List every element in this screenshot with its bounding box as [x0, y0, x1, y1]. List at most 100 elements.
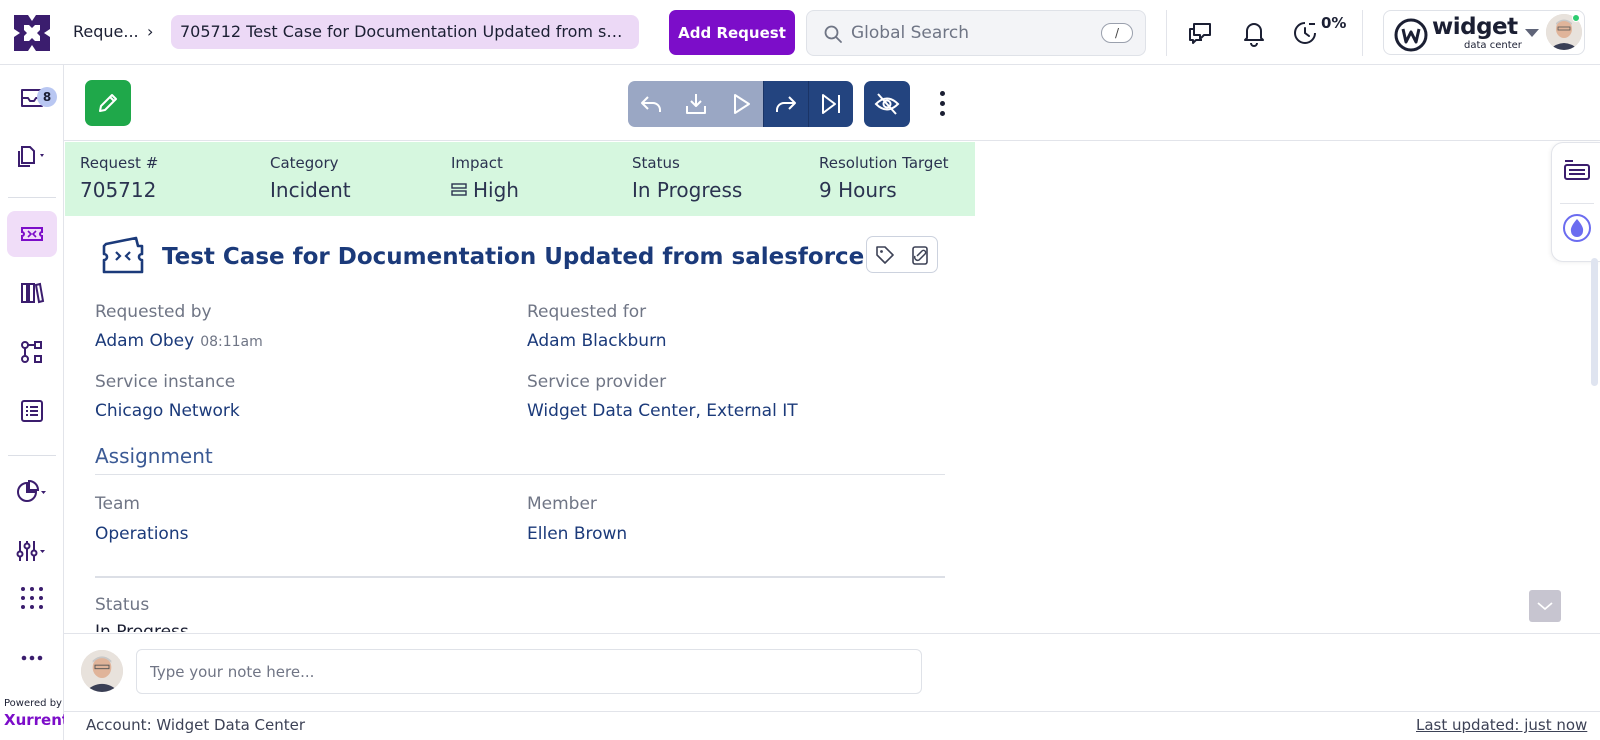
scroll-down-button[interactable] — [1529, 590, 1561, 622]
requested-for-label: Requested for — [527, 302, 647, 322]
play-icon — [733, 94, 750, 114]
sidebar-item-copy[interactable] — [7, 132, 57, 178]
download-icon — [685, 94, 706, 114]
service-instance-link[interactable]: Chicago Network — [95, 401, 240, 421]
right-side-panel — [1551, 142, 1600, 262]
inbox-badge: 8 — [37, 87, 57, 107]
eye-off-icon — [874, 93, 900, 115]
service-provider-label: Service provider — [527, 372, 667, 392]
library-icon — [21, 282, 45, 304]
bell-icon[interactable] — [1239, 18, 1269, 48]
reply-button[interactable] — [628, 81, 673, 127]
details-panel-icon[interactable] — [1563, 157, 1591, 183]
pencil-icon — [99, 94, 117, 112]
reply-icon — [640, 96, 661, 112]
pie-chart-icon — [17, 479, 46, 502]
sidebar-item-list[interactable] — [7, 388, 57, 434]
avatar-image-icon — [81, 650, 123, 692]
assignment-divider — [95, 474, 945, 475]
impact-value: High — [473, 178, 519, 202]
caret-down-icon — [1525, 29, 1539, 37]
ai-assistant-icon[interactable] — [1562, 213, 1592, 243]
breadcrumb-chevron-icon: › — [147, 22, 154, 41]
list-icon — [21, 400, 43, 422]
brand-label: Xurrent — [4, 711, 70, 729]
status-label: Status — [95, 595, 150, 615]
sidebar-divider — [8, 197, 56, 198]
tag-icon[interactable] — [874, 244, 896, 266]
search-input[interactable]: Global Search — [851, 23, 969, 43]
panel-divider — [1560, 203, 1594, 204]
summary-resolution-target: Resolution Target 9 Hours — [819, 154, 949, 202]
sidebar-divider — [8, 455, 56, 456]
search-shortcut-badge: / — [1101, 23, 1133, 43]
powered-by-label: Powered by — [4, 698, 62, 709]
edit-button[interactable] — [85, 80, 131, 126]
account-subtitle: data center — [1464, 40, 1522, 51]
requested-for-link[interactable]: Adam Blackburn — [527, 331, 667, 351]
divider — [1362, 10, 1363, 56]
request-title: Test Case for Documentation Updated from… — [162, 244, 865, 270]
download-button[interactable] — [673, 81, 718, 127]
summary-impact: Impact High — [451, 154, 519, 202]
note-author-avatar — [81, 650, 123, 692]
divider — [1166, 10, 1167, 56]
team-link[interactable]: Operations — [95, 524, 188, 544]
note-input[interactable] — [136, 649, 922, 694]
sidebar-item-workflows[interactable] — [7, 329, 57, 375]
footer-account: Account: Widget Data Center — [86, 716, 306, 734]
requested-by-link[interactable]: Adam Obey — [95, 331, 194, 351]
service-instance-label: Service instance — [95, 372, 236, 392]
sidebar-item-settings[interactable] — [7, 528, 57, 574]
account-name: widget — [1432, 14, 1518, 40]
sidebar-item-more[interactable] — [7, 635, 57, 681]
tag-actions — [866, 236, 938, 273]
request-ticket-icon — [102, 236, 144, 274]
summary-category: Category Incident — [270, 154, 351, 202]
forward-icon — [776, 96, 796, 112]
status-value: In Progress — [95, 622, 189, 632]
add-request-button[interactable]: Add Request — [669, 10, 795, 55]
more-horizontal-icon — [21, 655, 43, 661]
impact-high-icon — [451, 183, 467, 196]
hide-button[interactable] — [864, 81, 910, 127]
sidebar-item-apps[interactable] — [7, 575, 57, 621]
service-provider-link[interactable]: Widget Data Center, External IT — [527, 401, 798, 421]
app-logo-icon[interactable] — [12, 13, 52, 53]
requested-by-label: Requested by — [95, 302, 212, 322]
sidebar-item-library[interactable] — [7, 270, 57, 316]
breadcrumb-parent[interactable]: Reque... — [73, 22, 139, 41]
skip-next-icon — [822, 94, 840, 114]
action-button-group — [628, 81, 853, 127]
online-status-dot — [1572, 14, 1580, 22]
requested-by-value: Adam Obey 08:11am — [95, 331, 263, 351]
assignment-section-title: Assignment — [95, 444, 213, 468]
sidebar: 8 — [0, 65, 64, 740]
scrollbar-thumb[interactable] — [1591, 258, 1598, 386]
member-label: Member — [527, 494, 597, 514]
requested-time: 08:11am — [200, 334, 263, 350]
ticket-icon — [21, 227, 43, 241]
sidebar-item-analytics[interactable] — [7, 469, 57, 515]
timer-percent: 0% — [1321, 14, 1347, 32]
sidebar-item-inbox[interactable]: 8 — [7, 74, 57, 120]
more-vertical-icon[interactable] — [930, 88, 954, 118]
timer-icon[interactable] — [1290, 18, 1320, 48]
copy-icon — [18, 146, 44, 167]
chevron-down-icon — [1537, 602, 1553, 611]
last-updated-link[interactable]: Last updated: just now — [1416, 716, 1587, 734]
sliders-icon — [16, 541, 45, 561]
apps-grid-icon — [21, 587, 43, 609]
play-button[interactable] — [718, 81, 763, 127]
search-icon — [824, 25, 842, 43]
summary-status: Status In Progress — [632, 154, 743, 202]
attachment-icon[interactable] — [909, 244, 931, 266]
member-link[interactable]: Ellen Brown — [527, 524, 627, 544]
breadcrumb-current[interactable]: 705712 Test Case for Documentation Updat… — [171, 15, 639, 49]
widget-logo-icon — [1394, 18, 1428, 52]
forward-button[interactable] — [763, 81, 808, 127]
global-search[interactable]: Global Search / — [806, 10, 1146, 56]
skip-next-button[interactable] — [808, 81, 853, 127]
sidebar-item-requests[interactable] — [7, 211, 57, 257]
chat-icon[interactable] — [1185, 18, 1215, 48]
